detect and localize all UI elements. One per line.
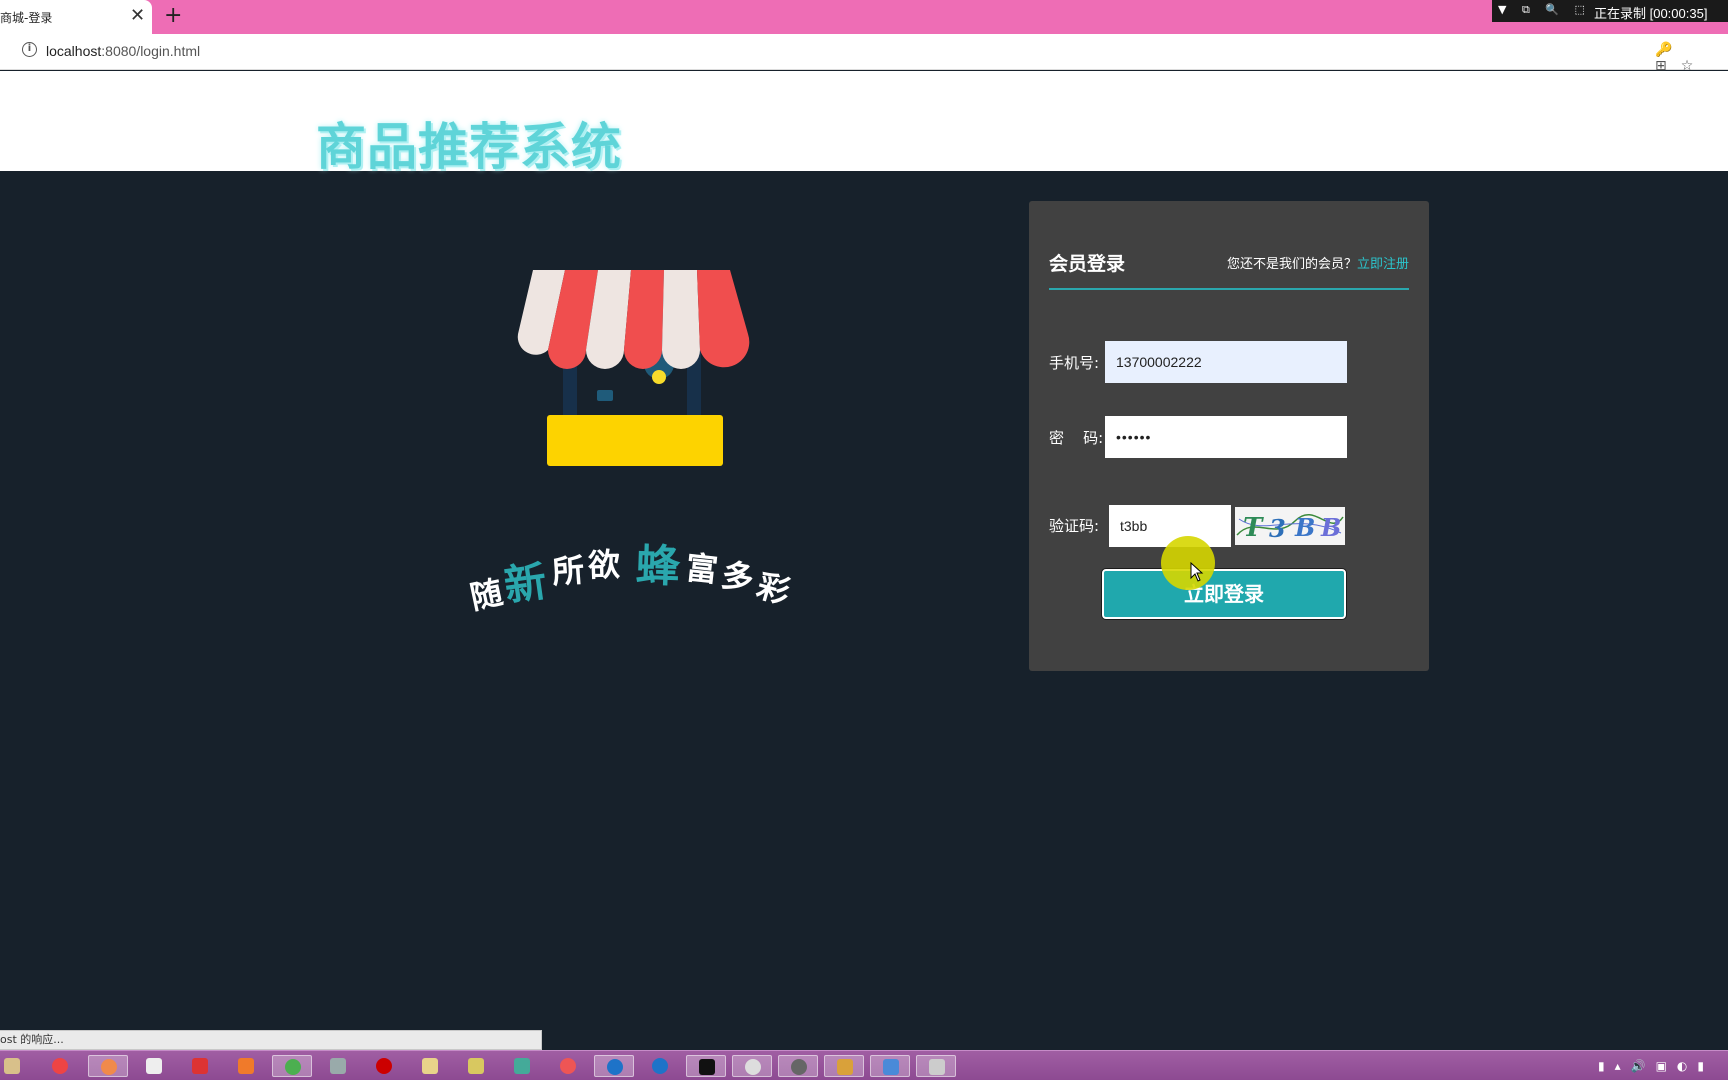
cursor-highlight xyxy=(1161,536,1215,590)
taskbar-app-icon-3[interactable] xyxy=(226,1055,266,1077)
captcha-graphic: T 3 B B xyxy=(1236,513,1344,543)
awning-stripe-5 xyxy=(662,270,700,369)
register-hint-text: 您还不是我们的会员？ xyxy=(1227,257,1358,272)
captcha-input[interactable]: t3bb xyxy=(1109,505,1231,547)
taskbar-app-icon-5[interactable] xyxy=(410,1055,450,1077)
svg-text:B: B xyxy=(1294,513,1315,542)
svg-text:B: B xyxy=(1320,513,1341,542)
awning-stripe-6 xyxy=(697,270,750,368)
address-bar-actions[interactable]: 🔑⊞☆ xyxy=(1655,42,1728,74)
browser-tab-strip: 商城-登录 ✕ + ▼ ⧉ 🔍 ⬚ 正在录制 [00:00:35] xyxy=(0,0,1728,34)
slogan-char-6: 富 xyxy=(683,548,720,590)
awning-stripe-4 xyxy=(624,270,664,369)
svg-text:T: T xyxy=(1243,513,1264,543)
register-link[interactable]: 立即注册 xyxy=(1357,257,1409,272)
taskbar-download-icon[interactable] xyxy=(870,1055,910,1077)
taskbar-app-icon-4[interactable] xyxy=(318,1055,358,1077)
system-tray[interactable]: ▮▴🔊▣◐▮ xyxy=(1598,1059,1714,1073)
site-title: 商品推荐系统 xyxy=(316,118,622,176)
register-hint: 您还不是我们的会员？立即注册 xyxy=(1227,253,1409,272)
os-taskbar: ▮▴🔊▣◐▮ xyxy=(0,1050,1728,1080)
taskbar-chrome-icon[interactable] xyxy=(40,1055,80,1077)
site-header: 商品推荐系统 xyxy=(0,71,1728,176)
captcha-image[interactable]: T 3 B B xyxy=(1235,507,1345,545)
phone-input[interactable]: 13700002222 xyxy=(1105,341,1347,383)
login-submit-button[interactable]: 立即登录 xyxy=(1102,569,1346,619)
site-info-icon[interactable]: i xyxy=(22,42,37,57)
tab-close-icon[interactable]: ✕ xyxy=(130,5,145,27)
taskbar-app-icon-12[interactable] xyxy=(824,1055,864,1077)
recorder-status-text: 正在录制 [00:00:35] xyxy=(1594,6,1708,21)
taskbar-app-icon-6[interactable] xyxy=(456,1055,496,1077)
url-path: :8080/login.html xyxy=(101,43,201,59)
taskbar-app-icon-13[interactable] xyxy=(916,1055,956,1077)
slogan-char-7: 多 xyxy=(718,555,757,599)
taskbar-app-icon-1[interactable] xyxy=(88,1055,128,1077)
url-text[interactable]: localhost:8080/login.html xyxy=(46,43,200,59)
screen-recorder-bar: ▼ ⧉ 🔍 ⬚ 正在录制 [00:00:35] xyxy=(1492,0,1728,22)
shop-stall-illustration xyxy=(517,270,750,466)
slogan-char-4: 欲 xyxy=(587,545,621,585)
taskbar-app-icon-10[interactable] xyxy=(640,1055,680,1077)
taskbar-browser-icon-active[interactable] xyxy=(272,1055,312,1077)
slogan-char-5: 蜂 xyxy=(634,540,681,593)
tab-title: 商城-登录 xyxy=(0,11,53,25)
browser-status-bubble: ost 的响应... xyxy=(0,1030,542,1050)
phone-label: 手机号: xyxy=(1049,354,1100,372)
taskbar-app-icon-8[interactable] xyxy=(548,1055,588,1077)
title-divider xyxy=(1049,288,1409,290)
stall-counter xyxy=(547,415,723,466)
slogan-char-1: 随 xyxy=(466,573,507,617)
login-title: 会员登录 xyxy=(1049,253,1126,275)
recorder-icons[interactable]: ▼ ⧉ 🔍 ⬚ xyxy=(1498,3,1591,17)
taskbar-ide-icon[interactable] xyxy=(686,1055,726,1077)
taskbar-app-icon-7[interactable] xyxy=(502,1055,542,1077)
password-input[interactable]: •••••• xyxy=(1105,416,1347,458)
login-panel: 会员登录 您还不是我们的会员？立即注册 手机号: 13700002222 密 码… xyxy=(1029,201,1429,671)
taskbar-app-icon-2[interactable] xyxy=(180,1055,220,1077)
slogan: 随 新 所 欲 蜂 富 多 彩 xyxy=(460,530,800,617)
slogan-char-8: 彩 xyxy=(752,566,795,612)
lamp-bulb xyxy=(652,370,666,384)
taskbar-settings-icon[interactable] xyxy=(778,1055,818,1077)
slogan-char-2: 新 xyxy=(501,556,550,611)
address-bar[interactable]: i localhost:8080/login.html 🔑⊞☆ xyxy=(0,34,1728,74)
svg-text:3: 3 xyxy=(1269,514,1286,543)
taskbar-app-icon-9[interactable] xyxy=(594,1055,634,1077)
browser-tab-active[interactable]: 商城-登录 ✕ xyxy=(0,0,152,34)
taskbar-record-icon[interactable] xyxy=(364,1055,404,1077)
url-host: localhost xyxy=(46,43,102,59)
password-label: 密 码: xyxy=(1049,429,1104,447)
captcha-label: 验证码: xyxy=(1049,517,1100,535)
taskbar-app-icon-11[interactable] xyxy=(732,1055,772,1077)
mouse-cursor-icon xyxy=(1190,562,1204,582)
new-tab-button[interactable]: + xyxy=(164,4,182,28)
stall-sign xyxy=(597,390,613,401)
start-folder-icon[interactable] xyxy=(0,1055,24,1077)
taskbar-notepad-icon[interactable] xyxy=(134,1055,174,1077)
slogan-char-3: 所 xyxy=(550,550,586,592)
